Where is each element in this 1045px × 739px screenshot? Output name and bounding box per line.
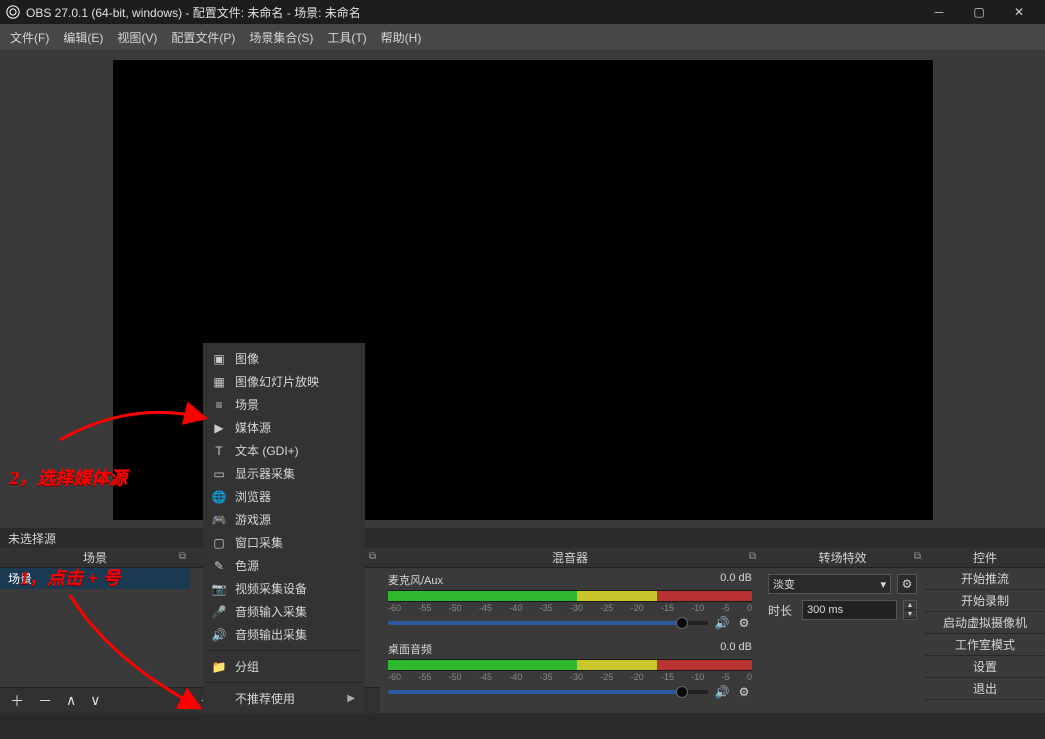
menu-item-deprecated[interactable]: 不推荐使用▶: [203, 687, 365, 710]
menu-bar: 文件(F) 编辑(E) 视图(V) 配置文件(P) 场景集合(S) 工具(T) …: [0, 24, 1045, 50]
status-bar: 未选择源: [0, 528, 1045, 548]
mixer-mic-level: 0.0 dB: [720, 572, 752, 588]
window-maximize-button[interactable]: ▢: [959, 0, 999, 24]
exit-button[interactable]: 退出: [925, 678, 1045, 700]
gear-icon[interactable]: ⚙: [736, 615, 752, 631]
add-source-menu: ▣图像 ▦图像幻灯片放映 ≡场景 ▶媒体源 T文本 (GDI+) ▭显示器采集 …: [203, 343, 365, 714]
menu-item-image[interactable]: ▣图像: [203, 347, 365, 370]
menu-separator: [207, 682, 361, 683]
preview-area: [0, 50, 1045, 528]
scene-down-button[interactable]: ∨: [90, 692, 100, 709]
text-icon: T: [211, 443, 227, 459]
scene-up-button[interactable]: ∧: [66, 692, 76, 709]
docks-row: 场景 ⧉ 场景 ＋ － ∧ ∨ 源 ⧉ ＋ － ⚙ ∧ ∨ 混音器 ⧉: [0, 548, 1045, 713]
menu-item-group[interactable]: 📁分组: [203, 655, 365, 678]
menu-profile[interactable]: 配置文件(P): [171, 29, 235, 46]
gear-icon[interactable]: ⚙: [736, 684, 752, 700]
monitor-icon: ▭: [211, 466, 227, 482]
folder-icon: 📁: [211, 659, 227, 675]
mixer-mic-label: 麦克风/Aux: [388, 572, 443, 588]
start-streaming-button[interactable]: 开始推流: [925, 568, 1045, 590]
transition-duration-input[interactable]: 300 ms: [802, 600, 897, 620]
dock-detach-icon[interactable]: ⧉: [749, 551, 756, 562]
chevron-down-icon: ▾: [880, 578, 886, 591]
menu-item-color-source[interactable]: ✎色源: [203, 554, 365, 577]
window-minimize-button[interactable]: ─: [919, 0, 959, 24]
submenu-arrow-icon: ▶: [347, 693, 355, 704]
window-close-button[interactable]: ✕: [999, 0, 1039, 24]
speaker-icon[interactable]: 🔊: [714, 615, 730, 631]
microphone-icon: 🎤: [211, 604, 227, 620]
globe-icon: 🌐: [211, 489, 227, 505]
start-recording-button[interactable]: 开始录制: [925, 590, 1045, 612]
menu-item-slideshow[interactable]: ▦图像幻灯片放映: [203, 370, 365, 393]
virtual-camera-button[interactable]: 启动虚拟摄像机: [925, 612, 1045, 634]
mixer-channel-mic: 麦克风/Aux 0.0 dB -60-55-50-45-40-35-30-25-…: [388, 572, 752, 631]
menu-item-media[interactable]: ▶媒体源: [203, 416, 365, 439]
gamepad-icon: 🎮: [211, 512, 227, 528]
app-icon: [6, 5, 20, 19]
scene-add-button[interactable]: ＋: [10, 691, 24, 711]
menu-item-window-capture[interactable]: ▢窗口采集: [203, 531, 365, 554]
settings-button[interactable]: 设置: [925, 656, 1045, 678]
image-icon: ▣: [211, 351, 227, 367]
dock-detach-icon[interactable]: ⧉: [369, 551, 376, 562]
dock-detach-icon[interactable]: ⧉: [914, 551, 921, 562]
studio-mode-button[interactable]: 工作室模式: [925, 634, 1045, 656]
speaker-icon[interactable]: 🔊: [714, 684, 730, 700]
scenes-toolbar: ＋ － ∧ ∨: [0, 687, 190, 713]
brush-icon: ✎: [211, 558, 227, 574]
mixer-desktop-level: 0.0 dB: [720, 641, 752, 657]
menu-item-display-capture[interactable]: ▭显示器采集: [203, 462, 365, 485]
menu-view[interactable]: 视图(V): [117, 29, 157, 46]
menu-help[interactable]: 帮助(H): [381, 29, 422, 46]
mixer-mic-volume-slider[interactable]: [388, 621, 708, 625]
menu-item-browser[interactable]: 🌐浏览器: [203, 485, 365, 508]
controls-panel-title: 控件: [973, 549, 997, 566]
menu-item-scene[interactable]: ≡场景: [203, 393, 365, 416]
annotation-step1: 1，点击 + 号: [20, 564, 120, 590]
slideshow-icon: ▦: [211, 374, 227, 390]
title-bar: OBS 27.0.1 (64-bit, windows) - 配置文件: 未命名…: [0, 0, 1045, 24]
controls-panel: 控件 开始推流 开始录制 启动虚拟摄像机 工作室模式 设置 退出: [925, 548, 1045, 713]
transitions-panel-title: 转场特效: [818, 549, 866, 566]
menu-item-audio-output[interactable]: 🔊音频输出采集: [203, 623, 365, 646]
window-icon: ▢: [211, 535, 227, 551]
menu-separator: [207, 650, 361, 651]
menu-item-video-capture[interactable]: 📷视频采集设备: [203, 577, 365, 600]
menu-item-game-capture[interactable]: 🎮游戏源: [203, 508, 365, 531]
camera-icon: 📷: [211, 581, 227, 597]
annotation-step2: 2，选择媒体源: [10, 464, 127, 490]
play-icon: ▶: [211, 420, 227, 436]
status-no-source: 未选择源: [8, 530, 56, 547]
transition-properties-button[interactable]: ⚙: [897, 574, 917, 594]
dock-detach-icon[interactable]: ⧉: [179, 551, 186, 562]
menu-file[interactable]: 文件(F): [10, 29, 49, 46]
mixer-mic-meter: [388, 590, 752, 602]
transition-select[interactable]: 淡变▾: [768, 574, 891, 594]
menu-item-audio-input[interactable]: 🎤音频输入采集: [203, 600, 365, 623]
mixer-desktop-label: 桌面音频: [388, 641, 432, 657]
menu-item-text[interactable]: T文本 (GDI+): [203, 439, 365, 462]
window-title: OBS 27.0.1 (64-bit, windows) - 配置文件: 未命名…: [26, 4, 919, 21]
transitions-panel: 转场特效 ⧉ 淡变▾ ⚙ 时长 300 ms ▲▼: [760, 548, 925, 713]
mixer-panel-title: 混音器: [552, 549, 588, 566]
transition-duration-label: 时长: [768, 602, 796, 619]
list-icon: ≡: [211, 397, 227, 413]
mixer-desktop-volume-slider[interactable]: [388, 690, 708, 694]
scene-remove-button[interactable]: －: [38, 691, 52, 711]
mixer-panel: 混音器 ⧉ 麦克风/Aux 0.0 dB -60-55-50-45-40-35-…: [380, 548, 760, 713]
duration-spin-buttons[interactable]: ▲▼: [903, 600, 917, 620]
menu-edit[interactable]: 编辑(E): [63, 29, 103, 46]
mixer-desktop-meter: [388, 659, 752, 671]
menu-scene-collection[interactable]: 场景集合(S): [249, 29, 313, 46]
menu-tools[interactable]: 工具(T): [327, 29, 366, 46]
speaker-icon: 🔊: [211, 627, 227, 643]
mixer-channel-desktop: 桌面音频 0.0 dB -60-55-50-45-40-35-30-25-20-…: [388, 641, 752, 700]
